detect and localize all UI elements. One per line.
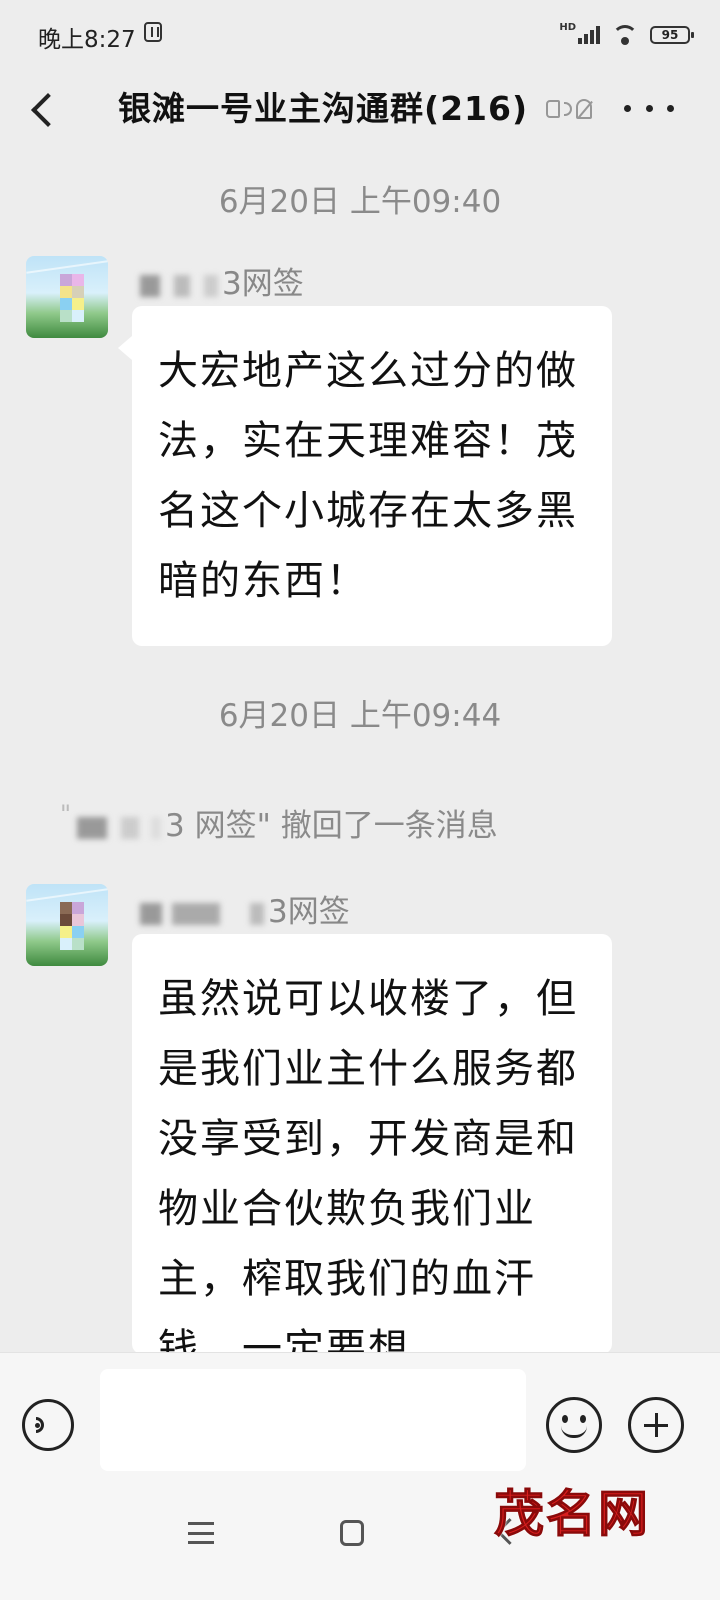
emoji-icon[interactable] [546,1397,602,1453]
hd-label: HD [559,22,576,33]
message-bubble[interactable]: 大宏地产这么过分的做法，实在天理难容！茂名这个小城存在太多黑暗的东西！ [118,306,612,646]
voice-icon[interactable] [22,1399,74,1451]
message-input[interactable] [100,1369,526,1471]
sender-name: 3网签 [140,258,304,303]
wifi-icon [610,23,640,47]
watermark-logo: 茂名网 [494,1484,650,1544]
plus-icon[interactable] [628,1397,684,1453]
status-bar: 晚上8:27 HD 95 [0,0,720,70]
sender-name: 3网签 [140,886,350,931]
message-text: 虽然说可以收楼了，但是我们业主什么服务都没享受到，开发商是和物业合伙欺负我们业主… [158,976,578,1354]
menu-icon[interactable] [188,1522,214,1544]
mute-icon [546,94,598,124]
more-icon[interactable] [624,86,674,130]
recall-notice-text: 3 网签" 撤回了一条消息 [165,808,498,844]
status-indicators: HD 95 [559,20,694,50]
status-time: 晚上8:27 [38,27,136,53]
chat-header: 银滩一号业主沟通群(216) [0,70,720,154]
input-bar [0,1352,720,1493]
sender-name-text: 3网签 [268,894,350,930]
back-icon[interactable] [22,80,72,140]
pixelated-avatar-mosaic [60,902,84,952]
recall-notice: " 3 网签" 撤回了一条消息 [60,800,498,844]
sender-name-text: 3网签 [222,266,304,302]
message-text: 大宏地产这么过分的做法，实在天理难容！茂名这个小城存在太多黑暗的东西！ [158,348,578,604]
signal-icon [578,26,600,44]
pixelated-avatar-mosaic [60,274,84,324]
avatar[interactable] [26,884,108,966]
timestamp: 6月20日 上午09:44 [218,698,502,734]
timestamp: 6月20日 上午09:40 [218,184,502,220]
battery-icon: 95 [650,26,694,44]
home-icon[interactable] [340,1520,364,1546]
chat-title: 银滩一号业主沟通群(216) [118,89,529,128]
avatar[interactable] [26,256,108,338]
message-bubble[interactable]: 虽然说可以收楼了，但是我们业主什么服务都没享受到，开发商是和物业合伙欺负我们业主… [132,934,612,1354]
nfc-icon [144,22,162,42]
